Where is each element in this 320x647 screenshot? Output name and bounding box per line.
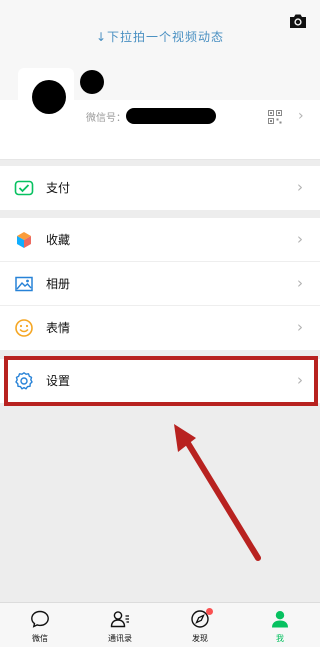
tab-label: 发现 — [192, 634, 208, 643]
tab-chats[interactable]: 微信 — [0, 603, 80, 647]
chat-bubble-icon — [30, 609, 50, 629]
tab-label: 微信 — [32, 634, 48, 643]
annotation-arrow — [174, 424, 261, 561]
person-icon — [270, 609, 290, 629]
tab-contacts[interactable]: 通讯录 — [80, 603, 160, 647]
bottom-tab-bar: 微信 通讯录 发现 我 — [0, 602, 320, 647]
tab-me[interactable]: 我 — [240, 603, 320, 647]
tab-label: 我 — [276, 634, 284, 643]
tab-discover[interactable]: 发现 — [160, 603, 240, 647]
tab-label: 通讯录 — [108, 634, 132, 643]
contacts-icon — [110, 609, 130, 629]
notification-badge-dot — [206, 608, 213, 615]
